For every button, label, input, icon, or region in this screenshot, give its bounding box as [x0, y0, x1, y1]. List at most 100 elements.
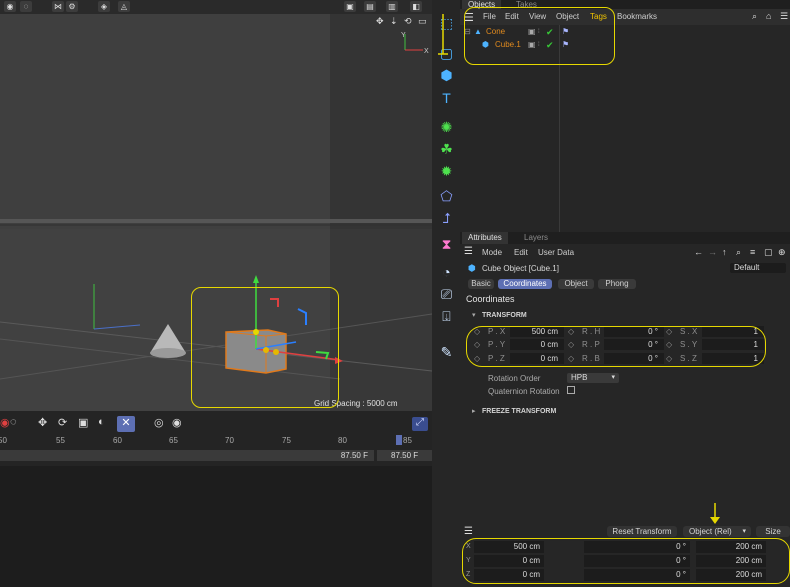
- pan-icon[interactable]: ✥: [376, 16, 384, 27]
- cube-icon: ⬢: [468, 263, 476, 273]
- back-arrow-icon[interactable]: ←: [694, 247, 703, 257]
- forward-arrow-icon[interactable]: →: [708, 247, 717, 257]
- deformer-icon[interactable]: ✹: [437, 163, 456, 180]
- filter-icon[interactable]: ☰: [780, 11, 788, 22]
- up-arrow-icon[interactable]: ↑: [722, 247, 727, 257]
- hamburger-menu-icon[interactable]: ☰: [464, 246, 473, 257]
- svg-text:Y: Y: [401, 32, 406, 39]
- object-title: Cube Object [Cube.1]: [482, 264, 559, 273]
- section-title: Coordinates: [466, 294, 515, 304]
- quaternion-label: Quaternion Rotation: [488, 387, 560, 396]
- render-settings-icon[interactable]: ▥: [386, 1, 398, 12]
- highlight-cube: [191, 287, 339, 408]
- record-icon[interactable]: ◌: [20, 1, 32, 12]
- new-panel-icon[interactable]: ⊕: [778, 247, 786, 258]
- scale-key-icon[interactable]: ▣: [78, 416, 88, 429]
- coordinate-mode-dropdown[interactable]: Object (Rel) ▾: [683, 526, 751, 537]
- chip-coordinates[interactable]: Coordinates: [498, 279, 552, 289]
- chip-phong[interactable]: Phong: [598, 279, 636, 289]
- maximize-view-icon[interactable]: ▭: [418, 16, 427, 27]
- move-camera-icon[interactable]: ⇣: [390, 16, 398, 27]
- end-frame-value: 87.50 F: [391, 451, 419, 460]
- highlight-arrow-left: [438, 14, 448, 55]
- motion-system-icon[interactable]: ◎: [154, 416, 164, 429]
- reset-transform-button[interactable]: Reset Transform: [607, 526, 677, 537]
- hamburger-menu-icon[interactable]: ☰: [464, 526, 473, 537]
- highlight-transform-values: [466, 326, 766, 367]
- tab-layers[interactable]: Layers: [518, 232, 554, 244]
- timeline-ruler[interactable]: 50 55 60 65 70 75 80 85: [0, 435, 432, 446]
- menu-bookmarks[interactable]: Bookmarks: [617, 12, 657, 21]
- light-icon[interactable]: ⍗: [437, 308, 456, 325]
- rotation-key-icon[interactable]: ⟳: [58, 416, 67, 429]
- butterfly-icon[interactable]: ⋈: [52, 1, 64, 12]
- end-frame-field[interactable]: 87.50 F: [377, 450, 432, 461]
- camera-icon[interactable]: ⎚: [437, 286, 456, 303]
- render-icon[interactable]: ▤: [364, 1, 376, 12]
- auto-key-icon[interactable]: ✕: [117, 416, 135, 432]
- quaternion-checkbox[interactable]: [567, 386, 575, 394]
- playhead[interactable]: [396, 435, 402, 445]
- gear-icon[interactable]: ⚙: [66, 1, 78, 12]
- workplane-icon[interactable]: ◬: [118, 1, 130, 12]
- graph-view-icon[interactable]: ⤢: [412, 417, 428, 431]
- expand-arrow-icon[interactable]: ▾: [472, 311, 476, 319]
- generator-icon[interactable]: ✺: [437, 119, 456, 136]
- spline-icon[interactable]: ⧗: [437, 236, 456, 253]
- tick-label: 50: [0, 436, 7, 445]
- rotate-camera-icon[interactable]: ⟲: [404, 16, 412, 27]
- coordinate-mode-value: Object (Rel): [689, 527, 732, 536]
- size-mode-dropdown[interactable]: Size: [756, 526, 790, 537]
- highlight-object-tags: [464, 7, 615, 65]
- size-mode-value: Size: [765, 527, 781, 536]
- freeze-transform-header[interactable]: FREEZE TRANSFORM: [482, 408, 556, 415]
- cube-primitive-icon[interactable]: ⬢: [437, 67, 456, 84]
- transform-header[interactable]: TRANSFORM: [482, 312, 527, 319]
- rotation-order-dropdown[interactable]: HPB ▾: [567, 373, 619, 383]
- filter-icon[interactable]: ≡: [750, 247, 755, 257]
- menu-edit[interactable]: Edit: [514, 248, 528, 257]
- text-tool-icon[interactable]: T: [437, 90, 456, 107]
- lock-icon[interactable]: ▢: [764, 247, 773, 258]
- expand-arrow-icon[interactable]: ▸: [472, 407, 476, 415]
- tick-label: 75: [282, 436, 291, 445]
- main-toolbar: ◉ ◌ ⋈ ⚙ ◈ ◬ ▣ ▤ ▥ ◧: [0, 0, 432, 14]
- chip-object[interactable]: Object: [558, 279, 594, 289]
- param-key-icon[interactable]: ◐: [98, 416, 105, 428]
- view-axis-gizmo: Y X: [401, 32, 429, 55]
- attributes-manager: Attributes Layers ☰ Mode Edit User Data …: [460, 232, 790, 522]
- tab-attributes[interactable]: Attributes: [462, 232, 508, 244]
- render-view-icon[interactable]: ▣: [344, 1, 356, 12]
- menu-mode[interactable]: Mode: [482, 248, 502, 257]
- rotation-order-label: Rotation Order: [488, 374, 541, 383]
- scene-icon[interactable]: ⮥: [437, 210, 456, 227]
- menu-user-data[interactable]: User Data: [538, 248, 574, 257]
- material-icon[interactable]: ✎: [437, 344, 456, 361]
- preset-dropdown[interactable]: Default: [730, 263, 786, 273]
- snap-icon[interactable]: ◈: [98, 1, 110, 12]
- record-key-icon[interactable]: ◉: [0, 416, 10, 429]
- tool-palette: ⬚ ▢ ⬢ T ✺ ☘ ✹ ⬠ ⮥ ⧗ ◔ ⎚ ⍗ ✎: [432, 0, 460, 587]
- viewport-upper[interactable]: [0, 14, 432, 229]
- keyframe-icon[interactable]: ◌: [10, 416, 17, 428]
- environment-icon[interactable]: ◔: [437, 264, 456, 281]
- field-icon[interactable]: ⬠: [437, 188, 456, 205]
- chevron-down-icon: ▾: [611, 374, 615, 381]
- render-queue-icon[interactable]: ◧: [410, 1, 422, 12]
- viewport-nav-toolbar: ✥ ⇣ ⟲ ▭: [0, 14, 432, 28]
- current-frame-field[interactable]: 87.50 F: [0, 450, 374, 461]
- cloner-icon[interactable]: ☘: [437, 141, 456, 158]
- highlight-arrow-down: [710, 503, 720, 524]
- tick-label: 65: [169, 436, 178, 445]
- search-icon[interactable]: ⌕: [752, 11, 757, 22]
- search-icon[interactable]: ⌕: [736, 247, 741, 258]
- tick-label: 80: [338, 436, 347, 445]
- rotation-order-value: HPB: [571, 373, 588, 382]
- play-icon[interactable]: ◉: [4, 1, 16, 12]
- onion-icon[interactable]: ◉: [172, 416, 182, 429]
- timeline-empty: [0, 466, 432, 587]
- home-icon[interactable]: ⌂: [766, 11, 771, 21]
- chip-basic[interactable]: Basic: [468, 279, 494, 289]
- timeline-transport: ◉ ◌ ✥ ⟳ ▣ ◐ ✕ ◎ ◉: [0, 416, 182, 432]
- position-key-icon[interactable]: ✥: [38, 416, 47, 429]
